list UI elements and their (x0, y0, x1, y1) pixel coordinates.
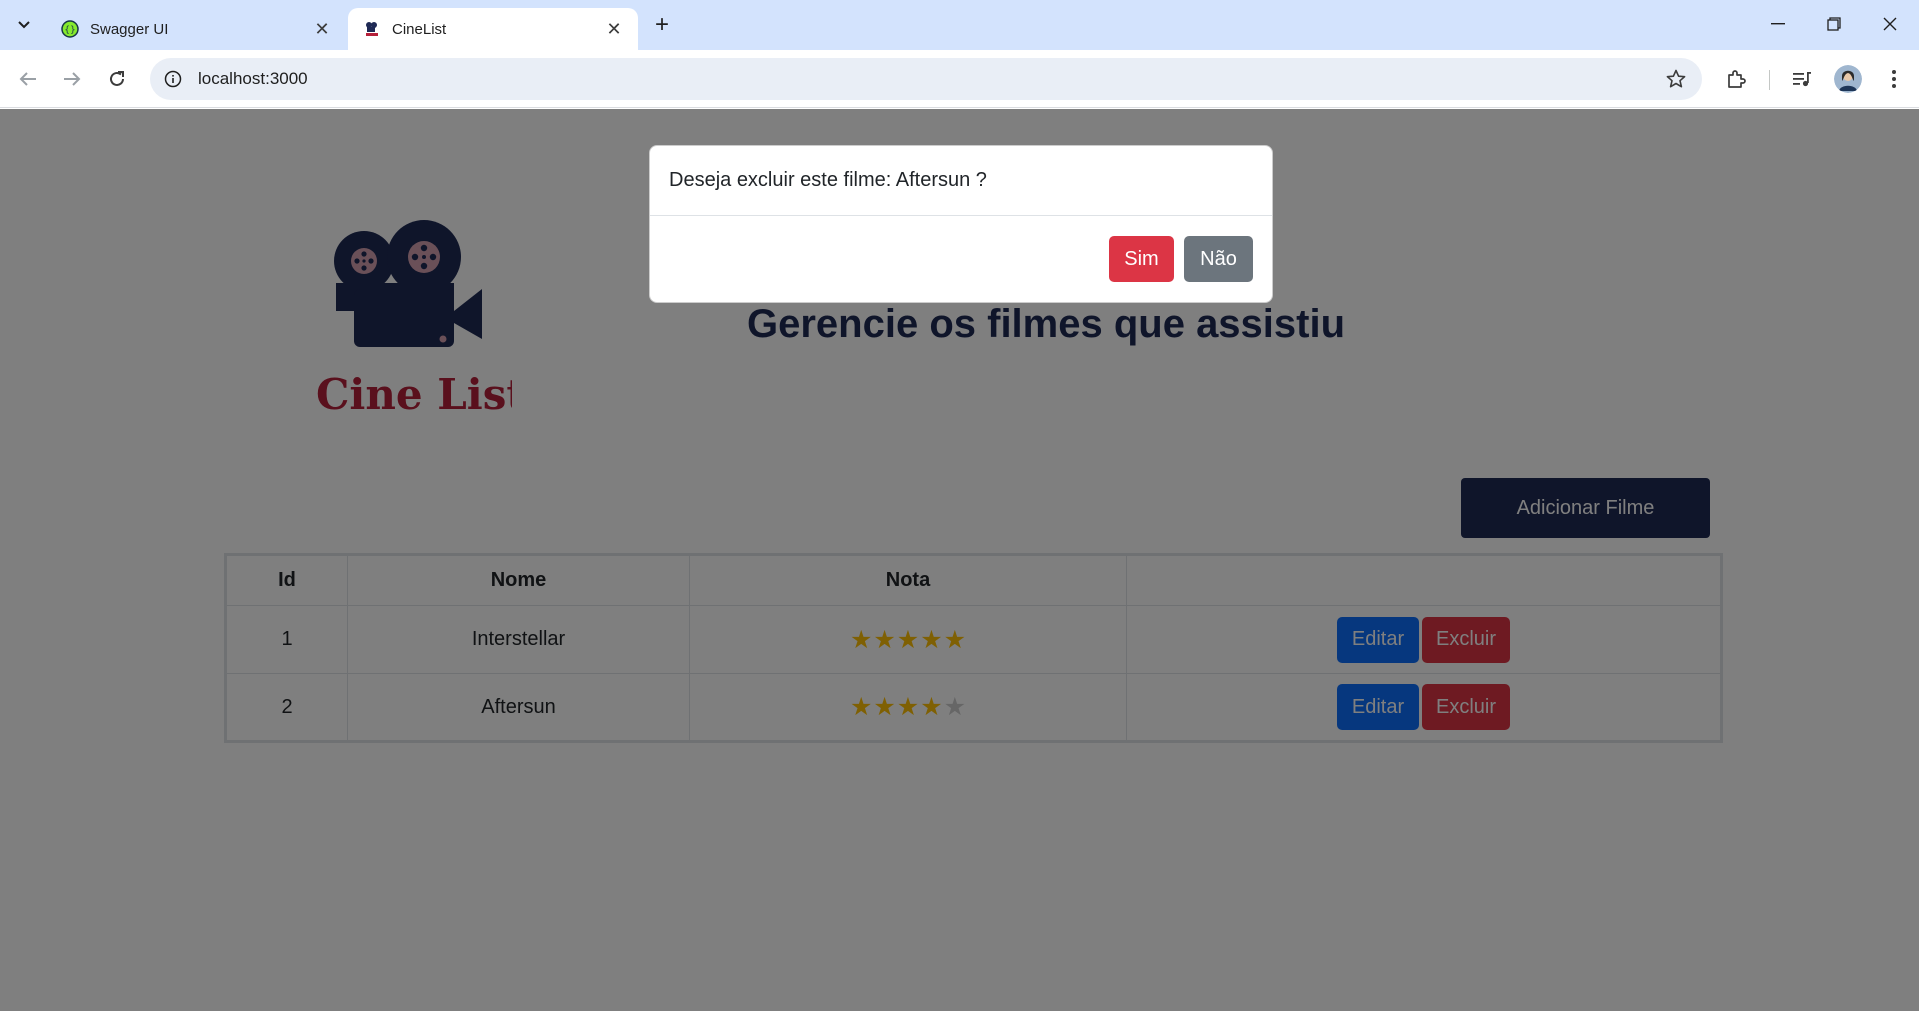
site-info-icon[interactable] (162, 68, 184, 90)
more-menu-icon[interactable] (1880, 65, 1908, 93)
tab-search-chevron-icon[interactable] (10, 11, 38, 39)
modal-footer: Sim Não (650, 216, 1272, 302)
back-arrow-icon[interactable] (12, 63, 44, 95)
window-minimize-icon[interactable] (1750, 0, 1806, 48)
browser-tab-bar: {} Swagger UI ✕ CineList ✕ + (0, 0, 1919, 50)
bookmark-star-icon[interactable] (1664, 67, 1688, 91)
tab-close-icon[interactable]: ✕ (312, 19, 332, 39)
tab-close-icon[interactable]: ✕ (604, 19, 624, 39)
cinelist-icon (362, 19, 382, 39)
tab-title: CineList (392, 20, 447, 38)
browser-toolbar: localhost:3000 (0, 50, 1919, 108)
tab-cinelist[interactable]: CineList ✕ (348, 8, 638, 50)
extensions-puzzle-icon[interactable] (1722, 65, 1750, 93)
tab-swagger-ui[interactable]: {} Swagger UI ✕ (46, 8, 346, 50)
swagger-icon: {} (60, 19, 80, 39)
media-queue-icon[interactable] (1788, 65, 1816, 93)
window-restore-icon[interactable] (1806, 0, 1862, 48)
confirm-yes-button[interactable]: Sim (1109, 236, 1174, 282)
confirm-no-button[interactable]: Não (1184, 236, 1253, 282)
modal-message: Deseja excluir este filme: Aftersun ? (650, 146, 1272, 216)
address-bar[interactable]: localhost:3000 (150, 58, 1702, 100)
forward-arrow-icon[interactable] (56, 63, 88, 95)
delete-confirm-modal: Deseja excluir este filme: Aftersun ? Si… (649, 145, 1273, 303)
reload-icon[interactable] (101, 63, 133, 95)
window-close-icon[interactable] (1862, 0, 1918, 48)
tab-title: Swagger UI (90, 20, 169, 38)
address-url: localhost:3000 (198, 69, 308, 88)
toolbar-divider (1769, 70, 1770, 90)
svg-text:{}: {} (64, 26, 75, 36)
profile-avatar[interactable] (1834, 65, 1862, 93)
new-tab-plus-icon[interactable]: + (648, 11, 676, 39)
